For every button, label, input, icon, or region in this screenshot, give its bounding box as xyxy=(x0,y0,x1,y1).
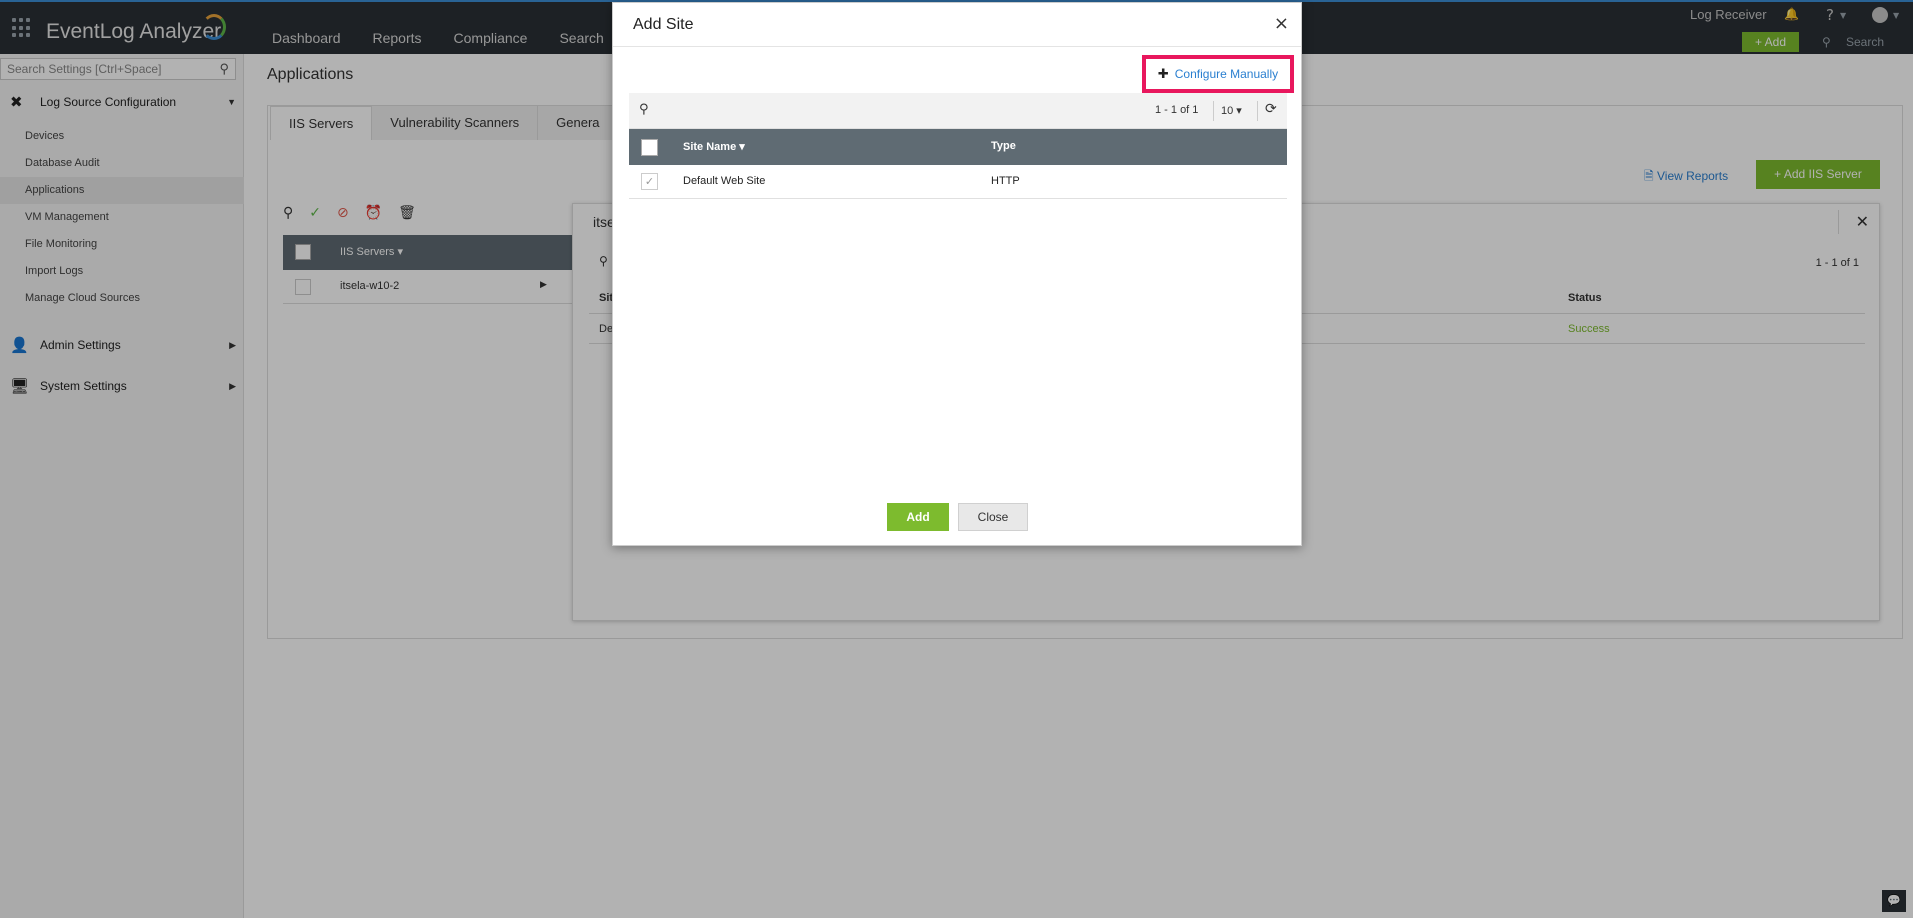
close-icon[interactable]: × xyxy=(1274,13,1289,34)
configure-manually-label: Configure Manually xyxy=(1174,67,1279,81)
site-name-column[interactable]: Site Name ▾ xyxy=(683,140,745,153)
table-row[interactable]: ✓ Default Web Site HTTP xyxy=(629,165,1287,199)
refresh-icon[interactable]: ⟳ xyxy=(1265,101,1277,117)
add-site-dialog: Add Site × ✚ Configure Manually ⚲ 1 - 1 … xyxy=(612,2,1302,546)
dialog-header: Add Site × xyxy=(613,3,1301,47)
plus-icon: ✚ xyxy=(1157,66,1169,82)
pagination-info: 1 - 1 of 1 xyxy=(1155,104,1199,116)
per-page-select[interactable]: 10 ▾ xyxy=(1221,104,1242,117)
select-all-checkbox[interactable] xyxy=(641,139,658,156)
divider xyxy=(1213,101,1214,121)
site-name-cell: Default Web Site xyxy=(683,175,766,187)
site-table-header: Site Name ▾ Type xyxy=(629,129,1287,165)
type-column: Type xyxy=(991,140,1016,152)
divider xyxy=(1257,101,1258,121)
dialog-title: Add Site xyxy=(633,16,694,33)
configure-manually-button[interactable]: ✚ Configure Manually xyxy=(1142,55,1294,93)
grid-toolbar: ⚲ 1 - 1 of 1 10 ▾ ⟳ xyxy=(629,93,1287,129)
close-button[interactable]: Close xyxy=(958,503,1028,531)
search-icon[interactable]: ⚲ xyxy=(639,102,649,117)
row-checkbox[interactable]: ✓ xyxy=(641,173,658,190)
site-type-cell: HTTP xyxy=(991,175,1020,187)
add-button[interactable]: Add xyxy=(887,503,949,531)
